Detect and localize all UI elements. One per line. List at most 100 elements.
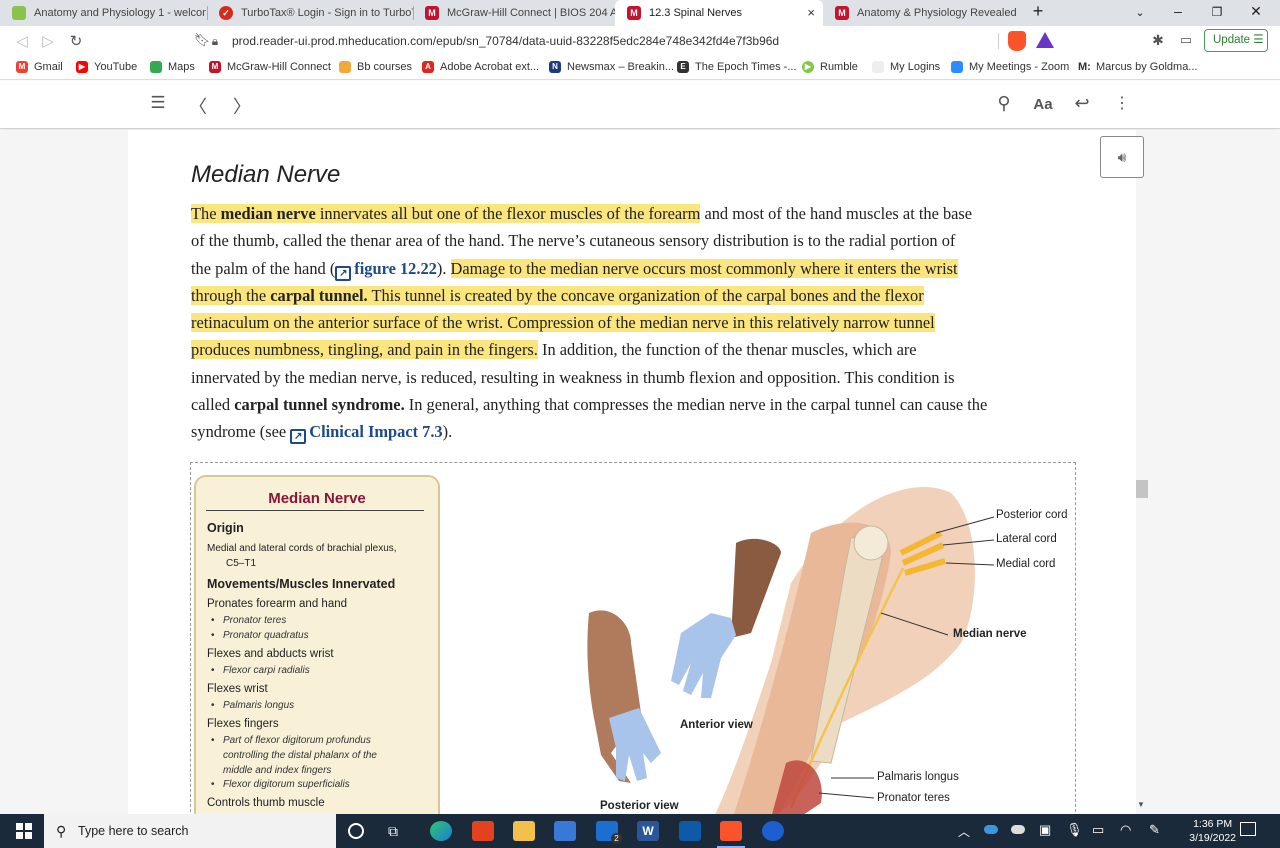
external-link-icon: ↗: [290, 429, 307, 445]
table-of-contents-icon[interactable]: ☰: [146, 93, 170, 113]
tab-search-icon[interactable]: ⌄: [1130, 6, 1150, 19]
minimize-icon[interactable]: –: [1168, 3, 1188, 19]
bookmark-maps[interactable]: Maps: [150, 61, 195, 73]
tab-title: Anatomy and Physiology 1 - welcome: [34, 7, 206, 19]
label-posterior-view: Posterior view: [600, 800, 679, 812]
cloud-icon[interactable]: [1011, 825, 1025, 834]
notifications-icon[interactable]: [1240, 822, 1256, 836]
clock-date: 3/19/2022: [1189, 832, 1236, 844]
edge-icon[interactable]: [430, 821, 452, 841]
bookmark-marcus[interactable]: M: Marcus by Goldma...: [1078, 61, 1197, 73]
label-lateral-cord: Lateral cord: [996, 533, 1057, 545]
page-scroll-thumb[interactable]: [1136, 480, 1148, 498]
onedrive-icon[interactable]: [984, 825, 998, 834]
file-explorer-icon[interactable]: [513, 821, 535, 841]
tab-ap-revealed[interactable]: M Anatomy & Physiology Revealed: [823, 0, 1023, 26]
search-icon[interactable]: ⚲: [992, 93, 1016, 114]
tab-mcgraw-hill-connect[interactable]: M McGraw-Hill Connect | BIOS 204 Acce: [413, 0, 615, 26]
label-median-nerve: Median nerve: [953, 628, 1027, 640]
reader-toolbar: ☰ 〈 〉 ⚲ Aa ↩ ⋮: [0, 81, 1280, 129]
address-bar: ◁ ▷ ↻ 🔖︎ 🔒︎ prod.reader-ui.prod.mheducat…: [0, 26, 1280, 56]
brave-shield-icon[interactable]: [1008, 31, 1026, 51]
wallet-icon[interactable]: ▭: [1176, 32, 1196, 48]
office-icon[interactable]: [472, 821, 494, 841]
bookmark-adobe[interactable]: A Adobe Acrobat ext...: [422, 61, 539, 73]
close-window-icon[interactable]: ✕: [1246, 3, 1266, 20]
back-icon[interactable]: ◁: [12, 32, 32, 50]
search-icon: ⚲: [56, 823, 67, 839]
cortana-icon[interactable]: [348, 823, 364, 839]
brave-icon[interactable]: [720, 821, 742, 841]
tab-title: McGraw-Hill Connect | BIOS 204 Acce: [447, 7, 615, 19]
blackboard-icon: [339, 61, 351, 73]
bookmark-label: Maps: [168, 61, 195, 73]
bookmark-label: Marcus by Goldma...: [1096, 61, 1198, 73]
microphone-icon[interactable]: 🎙︎: [1066, 822, 1083, 838]
figure-link[interactable]: ↗ figure 12.22: [335, 259, 437, 281]
newsmax-icon: N: [549, 61, 561, 73]
task-view-icon[interactable]: ⧉: [388, 823, 398, 840]
mail-icon[interactable]: 2: [596, 821, 622, 844]
mcgraw-hill-icon: M: [209, 61, 221, 73]
posterior-hand-sensory: [609, 708, 661, 781]
tab-turbotax[interactable]: ✓ TurboTax® Login - Sign in to TurboTax: [207, 0, 413, 26]
bookmark-youtube[interactable]: ▶ YouTube: [76, 61, 137, 73]
return-icon[interactable]: ↩: [1070, 93, 1094, 114]
read-aloud-icon[interactable]: 🔊︎: [1100, 136, 1144, 178]
word-icon[interactable]: W: [637, 821, 659, 841]
device-icon[interactable]: ▣: [1039, 822, 1051, 838]
close-tab-icon[interactable]: ×: [807, 5, 815, 20]
tab-title: TurboTax® Login - Sign in to TurboTax: [241, 7, 413, 19]
clock-time: 1:36 PM: [1193, 818, 1233, 830]
brave-rewards-icon[interactable]: [1036, 32, 1054, 48]
clinical-impact-link[interactable]: ↗ Clinical Impact 7.3: [290, 422, 443, 445]
gmail-icon: M: [16, 61, 28, 73]
bookmark-zoom[interactable]: My Meetings - Zoom: [951, 61, 1069, 73]
reload-icon[interactable]: ↻: [66, 32, 86, 50]
font-settings-button[interactable]: Aa: [1031, 96, 1055, 113]
search-placeholder: Type here to search: [78, 824, 189, 838]
bookmark-label: Newsmax – Breakin...: [567, 61, 674, 73]
adobe-acrobat-icon: A: [422, 61, 434, 73]
folder-icon: [872, 61, 884, 73]
pen-icon[interactable]: ✎: [1149, 822, 1160, 838]
microsoft-store-icon[interactable]: [554, 821, 576, 841]
more-options-icon[interactable]: ⋮: [1110, 93, 1134, 113]
arm-illustration: [587, 487, 995, 814]
new-tab-button[interactable]: +: [1028, 1, 1048, 22]
bookmark-epoch-times[interactable]: E The Epoch Times -...: [677, 61, 796, 73]
anterior-hand-sensory: [671, 613, 736, 698]
battery-icon[interactable]: ▭: [1092, 822, 1104, 838]
youtube-icon: ▶: [76, 61, 88, 73]
zoom-icon: [951, 61, 963, 73]
bookmark-label: YouTube: [94, 61, 138, 73]
bookmark-mcgraw-hill[interactable]: M McGraw-Hill Connect: [209, 61, 331, 73]
show-hidden-icons-icon[interactable]: ︿: [958, 823, 970, 840]
bookmark-my-logins[interactable]: My Logins: [872, 61, 940, 73]
bookmark-bb-courses[interactable]: Bb courses: [339, 61, 412, 73]
forward-icon[interactable]: ▷: [38, 32, 58, 50]
label-pronator-teres: Pronator teres: [877, 792, 950, 804]
taskbar-search[interactable]: ⚲ Type here to search: [44, 814, 336, 848]
bookmark-rumble[interactable]: ▶ Rumble: [802, 61, 858, 73]
moodle-icon: [12, 6, 26, 20]
previous-page-icon[interactable]: 〈: [186, 93, 210, 119]
wifi-icon[interactable]: ◠: [1120, 822, 1131, 838]
restore-icon[interactable]: ❐: [1207, 5, 1227, 19]
tab-anatomy-physiology[interactable]: Anatomy and Physiology 1 - welcome: [0, 0, 206, 26]
windows-start-icon[interactable]: [16, 823, 32, 839]
update-label: Update: [1213, 34, 1251, 46]
stocks-app-icon[interactable]: [679, 821, 701, 841]
bookmark-gmail[interactable]: M Gmail: [16, 61, 63, 73]
next-page-icon[interactable]: 〉: [230, 93, 254, 119]
extensions-icon[interactable]: ✱: [1148, 32, 1168, 49]
bookmark-label: My Meetings - Zoom: [969, 61, 1070, 73]
url-field[interactable]: prod.reader-ui.prod.mheducation.com/epub…: [232, 34, 779, 48]
system-clock[interactable]: 1:36 PM 3/19/2022: [1189, 817, 1236, 845]
webex-icon[interactable]: [762, 821, 784, 841]
bookmark-newsmax[interactable]: N Newsmax – Breakin...: [549, 61, 674, 73]
lock-icon: 🔒︎: [211, 34, 219, 48]
scroll-down-icon[interactable]: ▼: [1137, 800, 1145, 809]
tab-spinal-nerves[interactable]: M 12.3 Spinal Nerves ×: [615, 0, 823, 26]
update-button[interactable]: Update ☰: [1204, 29, 1268, 52]
